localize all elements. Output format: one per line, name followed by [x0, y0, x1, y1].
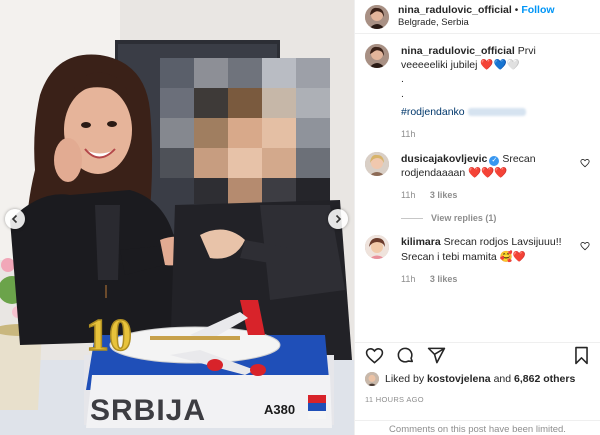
comment-time[interactable]: 11h: [401, 274, 415, 284]
post-timestamp[interactable]: 11 HOURS AGO: [365, 395, 424, 404]
heart-icon: [365, 347, 384, 364]
plane-label-text: A380: [264, 402, 295, 417]
post-location[interactable]: Belgrade, Serbia: [398, 17, 555, 29]
likes-others[interactable]: 6,862 others: [514, 373, 575, 385]
post-side-panel: nina_radulovic_official • Follow Belgrade,…: [354, 0, 600, 435]
likes-user[interactable]: kostovjelena: [427, 373, 491, 385]
follow-button[interactable]: Follow: [521, 4, 554, 16]
caption-time[interactable]: 11h: [401, 129, 415, 139]
dot-separator: •: [514, 4, 519, 16]
comment: kilimara Srecan rodjos Lavsijuuu!! Sreca…: [365, 235, 590, 284]
heart-icon[interactable]: [580, 241, 590, 251]
blurred-tag: [467, 107, 526, 116]
caption-hashtag[interactable]: #rodjendanko: [401, 106, 465, 118]
view-replies-label: View replies (1): [431, 213, 497, 224]
chevron-right-icon: [335, 214, 342, 224]
replies-line: [401, 217, 423, 219]
candle-number: 10: [86, 309, 132, 360]
likes-and: and: [493, 373, 512, 385]
bookmark-icon: [575, 346, 588, 365]
comment-button[interactable]: [396, 346, 415, 365]
avatar[interactable]: [365, 372, 379, 386]
comment-likes[interactable]: 3 likes: [430, 274, 458, 284]
share-button[interactable]: [427, 346, 446, 365]
comment-likes[interactable]: 3 likes: [430, 190, 458, 200]
likes-prefix: Liked by: [385, 373, 425, 385]
comment: dusicajakovljevic ✓ Srecan rodjendaaaan ❤…: [365, 152, 590, 201]
avatar[interactable]: [365, 4, 389, 29]
chevron-left-icon: [11, 214, 18, 224]
post-photo: A380 10 SRBIJA: [0, 0, 354, 435]
post-header: nina_radulovic_official • Follow Belgrade,…: [355, 0, 600, 34]
post-username[interactable]: nina_radulovic_official: [398, 4, 512, 16]
save-button[interactable]: [573, 346, 590, 365]
post-photo-illustration: A380 10 SRBIJA: [0, 0, 354, 435]
avatar[interactable]: [365, 235, 389, 260]
carousel-next-button[interactable]: [328, 209, 348, 229]
caption-username[interactable]: nina_radulovic_official: [401, 45, 515, 57]
avatar[interactable]: [365, 44, 389, 68]
likes-summary: Liked by kostovjelena and 6,862 others: [365, 372, 575, 386]
comments-limited-notice: Comments on this post have been limited.: [355, 420, 600, 435]
caption: nina_radulovic_official Prvi veeeeeliki …: [365, 44, 590, 140]
view-replies-button[interactable]: View replies (1): [401, 213, 590, 223]
heart-icon[interactable]: [580, 158, 590, 168]
action-bar: [355, 342, 600, 368]
caption-dots: . .: [401, 73, 404, 100]
comment-icon: [397, 347, 414, 363]
verified-badge-icon: ✓: [489, 156, 500, 166]
carousel-prev-button[interactable]: [5, 209, 25, 229]
avatar[interactable]: [365, 152, 389, 176]
comment-username[interactable]: dusicajakovljevic: [401, 153, 487, 165]
comments-list: nina_radulovic_official Prvi veeeeeliki …: [355, 34, 600, 285]
like-button[interactable]: [365, 346, 384, 365]
cake-text: SRBIJA: [90, 394, 206, 427]
share-icon: [427, 347, 446, 364]
comment-time[interactable]: 11h: [401, 190, 415, 200]
comment-username[interactable]: kilimara: [401, 236, 441, 248]
